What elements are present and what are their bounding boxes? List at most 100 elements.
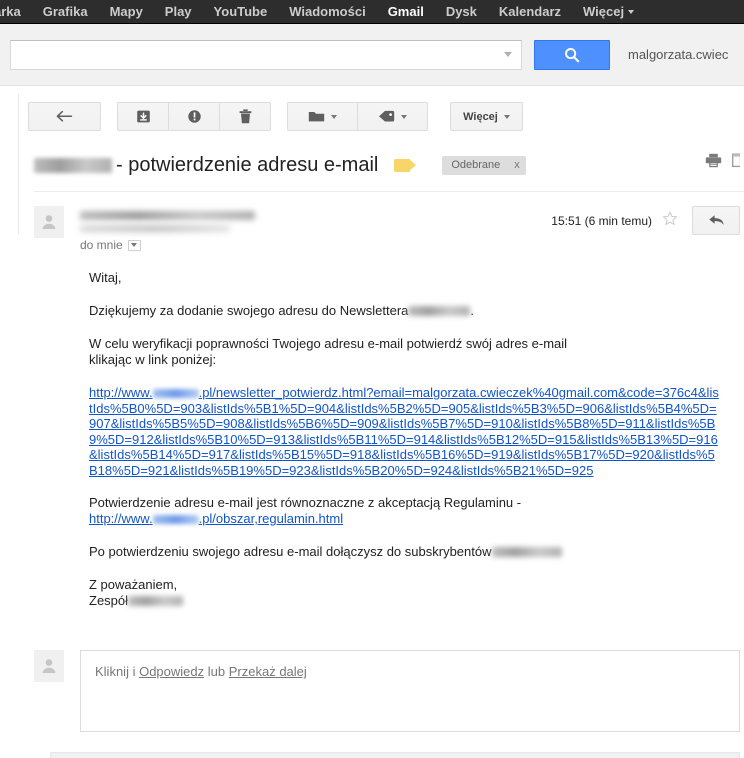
message-body: Witaj, Dziękujemy za dodanie swojego adr…	[34, 252, 744, 609]
archive-icon	[136, 110, 150, 123]
more-actions-button[interactable]: Więcej	[450, 102, 523, 131]
move-to-button[interactable]	[287, 102, 358, 131]
recipient-details-toggle[interactable]	[127, 239, 141, 251]
print-button[interactable]	[705, 153, 722, 171]
message-meta: 15:51 (6 min temu)	[551, 206, 740, 235]
footer-strip	[50, 752, 740, 758]
label-tag-icon	[379, 110, 395, 121]
star-outline-icon	[662, 211, 678, 226]
body-subscribe: Po potwierdzeniu swojego adresu e-mail d…	[89, 544, 744, 560]
forward-link[interactable]: Przekaż dalej	[229, 664, 307, 679]
search-options-dropdown[interactable]	[495, 41, 521, 69]
chevron-down-icon	[401, 114, 407, 119]
reply-prompt-prefix: Kliknij i	[95, 664, 136, 679]
trash-icon	[239, 109, 251, 124]
redacted-sender-address	[80, 225, 230, 232]
subject-row: - potwierdzenie adresu e-mail Odebrane x	[0, 131, 744, 177]
nav-item-drive[interactable]: Dysk	[435, 0, 488, 23]
google-nav-bar: arka Grafika Mapy Play YouTube Wiadomośc…	[0, 0, 744, 24]
star-button[interactable]	[662, 211, 678, 230]
message-timestamp: 15:51 (6 min temu)	[551, 213, 652, 228]
folder-icon	[308, 112, 325, 122]
nav-item-calendar[interactable]: Kalendarz	[488, 0, 572, 23]
recipient-label: do mnie	[80, 238, 123, 252]
reply-arrow-icon	[708, 215, 724, 225]
signoff-line2: Zespół	[89, 593, 129, 608]
body-thanks-period: .	[470, 303, 475, 318]
search-header: malgorzata.cwiec	[0, 24, 744, 86]
avatar	[34, 206, 64, 238]
confirmation-link[interactable]: http://www. .pl/newsletter_potwierdz.html…	[89, 385, 721, 478]
nav-item-maps[interactable]: Mapy	[99, 0, 154, 23]
body-thanks: Dziękujemy za dodanie swojego adresu do …	[89, 303, 744, 319]
open-in-new-window-icon	[732, 153, 742, 168]
report-spam-button[interactable]	[168, 102, 220, 131]
mail-content: Więcej - potwierdzenie adresu e-mail Ode…	[0, 86, 744, 758]
nav-item-play[interactable]: Play	[154, 0, 203, 23]
nav-item-images[interactable]: Grafika	[32, 0, 99, 23]
redacted-brand-3	[128, 596, 184, 606]
search-icon	[565, 47, 580, 62]
reply-button[interactable]	[692, 206, 740, 235]
body-thanks-text: Dziękujemy za dodanie swojego adresu do …	[89, 303, 409, 318]
confirm-url-suffix: .pl/newsletter_potwierdz.html?email=malg…	[89, 385, 719, 478]
redacted-brand-1	[408, 306, 471, 316]
message-actions	[705, 153, 742, 171]
page-title: - potwierdzenie adresu e-mail	[116, 154, 379, 176]
label-chip-remove[interactable]: x	[514, 159, 520, 171]
yellow-label-icon	[394, 158, 417, 172]
body-greeting: Witaj,	[89, 270, 122, 285]
labels-button[interactable]	[357, 102, 428, 131]
organize-group	[287, 102, 428, 131]
terms-url-prefix: http://www.	[89, 511, 153, 526]
signoff-line1: Z poważaniem,	[89, 577, 178, 592]
chevron-down-icon	[628, 9, 635, 14]
redacted-sender-display-name	[80, 210, 255, 220]
message-block: do mnie 15:51 (6 min temu) Witaj, Dzięku…	[0, 192, 744, 609]
archive-button[interactable]	[117, 102, 169, 131]
chevron-down-icon	[503, 114, 510, 119]
nav-item-gmail[interactable]: Gmail	[377, 0, 435, 23]
search-input[interactable]	[11, 41, 495, 68]
quick-reply-box[interactable]: Kliknij i Odpowiedz lub Przekaż dalej	[80, 650, 740, 732]
nav-more-label: Więcej	[583, 3, 625, 19]
reply-avatar	[34, 650, 64, 682]
account-email[interactable]: malgorzata.cwiec	[628, 47, 728, 62]
sender-block: do mnie	[80, 206, 255, 252]
chevron-down-icon	[331, 114, 337, 119]
chevron-down-icon	[131, 243, 138, 247]
body-subscribe-text: Po potwierdzeniu swojego adresu e-mail d…	[89, 544, 492, 559]
body-verify-line1: W celu weryfikacji poprawności Twojego a…	[89, 336, 568, 351]
body-verify: W celu weryfikacji poprawności Twojego a…	[89, 336, 744, 368]
terms-link[interactable]: http://www. .pl/obszar,regulamin.html	[89, 511, 343, 526]
more-actions-label: Więcej	[463, 110, 498, 123]
redacted-brand-2	[491, 547, 562, 557]
message-toolbar: Więcej	[0, 86, 744, 131]
reply-area: Kliknij i Odpowiedz lub Przekaż dalej	[0, 626, 744, 732]
label-chip-text: Odebrane	[451, 158, 501, 171]
back-arrow-icon	[56, 110, 73, 122]
redacted-domain-2	[152, 515, 199, 524]
confirm-url-prefix: http://www.	[89, 385, 153, 400]
delete-button[interactable]	[219, 102, 271, 131]
nav-item-search[interactable]: arka	[0, 0, 32, 23]
back-button[interactable]	[28, 102, 101, 131]
reply-prompt-middle: lub	[207, 664, 226, 679]
recipient-line: do mnie	[80, 238, 255, 252]
search-button[interactable]	[534, 39, 610, 70]
nav-item-news[interactable]: Wiadomości	[278, 0, 376, 23]
body-terms: Potwierdzenie adresu e-mail jest równozn…	[89, 495, 744, 527]
redacted-domain-1	[152, 389, 199, 398]
nav-item-more[interactable]: Więcej	[572, 0, 645, 23]
open-in-new-window-button[interactable]	[732, 153, 742, 171]
body-terms-text: Potwierdzenie adresu e-mail jest równozn…	[89, 495, 522, 510]
confirm-url-paragraph: http://www. .pl/newsletter_potwierdz.html…	[89, 385, 744, 478]
redacted-sender-name	[34, 157, 112, 173]
label-chip-inbox[interactable]: Odebrane x	[442, 155, 526, 175]
actions-group	[117, 102, 271, 131]
search-box[interactable]	[10, 39, 522, 70]
person-avatar-icon	[42, 215, 56, 229]
person-avatar-icon	[42, 659, 56, 673]
nav-item-youtube[interactable]: YouTube	[203, 0, 279, 23]
reply-link[interactable]: Odpowiedz	[139, 664, 204, 679]
